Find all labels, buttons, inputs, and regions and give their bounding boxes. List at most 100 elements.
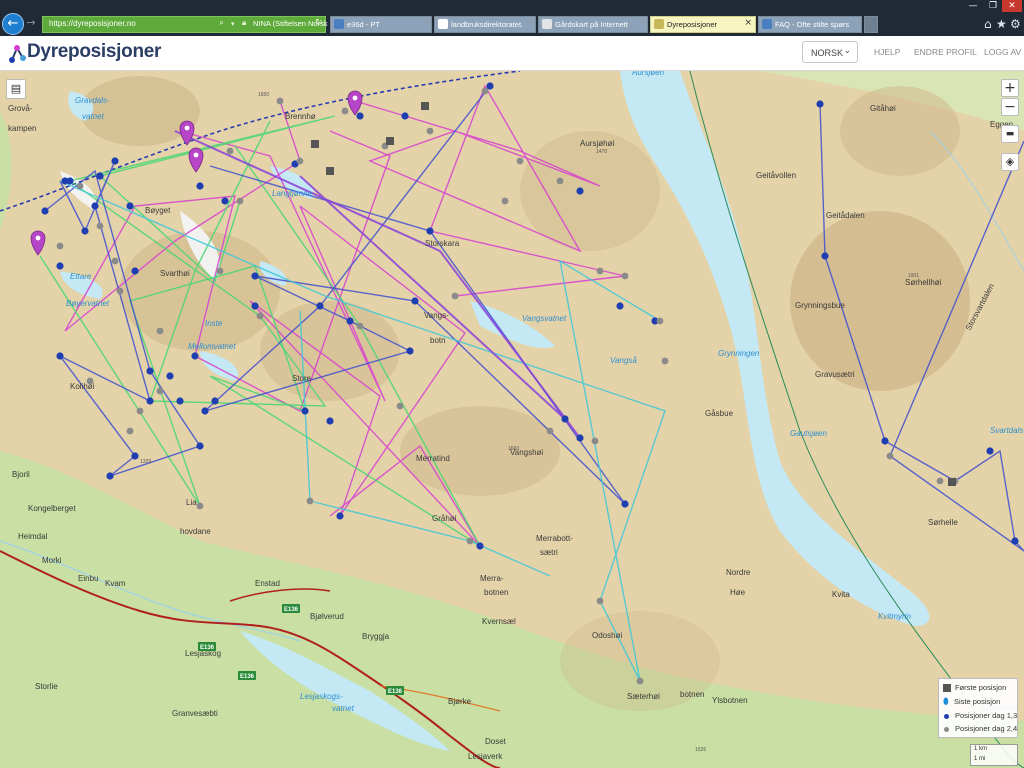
place-label: Lesjaskogs- [300, 692, 343, 701]
page-header: Dyreposisjoner NORSK ⌄ HJELP ENDRE PROFI… [0, 36, 1024, 71]
place-label: Granvesæbti [172, 709, 218, 718]
position-dot-day-1-3 [201, 407, 209, 415]
address-bar[interactable]: https://dyreposisjoner.no ⌕ ▾ 🔒︎ NINA (S… [42, 16, 338, 33]
address-url[interactable]: https://dyreposisjoner.no [49, 19, 136, 28]
close-window-button[interactable]: ✕ [1002, 0, 1022, 12]
tab-landbruksdirektoratet[interactable]: landbruksdirektoratet.no [434, 16, 536, 33]
close-tab-icon[interactable]: × [744, 18, 752, 28]
position-dot-day-2-4 [356, 322, 364, 330]
position-dot-day-1-3 [56, 262, 64, 270]
place-label: Vangså [610, 356, 637, 365]
position-dot-day-1-3 [476, 542, 484, 550]
mountain-shading [840, 86, 960, 176]
position-dot-day-2-4 [256, 312, 264, 320]
place-label: Kvam [105, 579, 126, 588]
place-label: Lesjaverk [468, 752, 503, 761]
position-dot-day-2-4 [661, 357, 669, 365]
lock-icon: 🔒︎ [242, 18, 247, 27]
forward-button[interactable]: → [24, 16, 38, 30]
position-dot-day-2-4 [591, 437, 599, 445]
place-label: Kvitmyrin [878, 612, 911, 621]
app-logo[interactable]: Dyreposisjoner [27, 41, 161, 63]
collapse-button[interactable]: ▬ [1001, 125, 1019, 143]
tab-favicon-icon [438, 19, 448, 29]
place-label: Kvernsæl [482, 617, 516, 626]
position-dot-day-1-3 [401, 112, 409, 120]
zoom-in-button[interactable]: + [1001, 79, 1019, 97]
place-label: botnen [484, 588, 508, 597]
legend-last-position: ⬮ Siste posisjon [943, 697, 1000, 707]
position-dot-day-1-3 [411, 297, 419, 305]
language-select[interactable]: NORSK ⌄ [802, 41, 858, 63]
position-dot-day-2-4 [156, 327, 164, 335]
browser-chrome: — ❐ ✕ ← → https://dyreposisjoner.no ⌕ ▾ … [0, 0, 1024, 36]
logout-link[interactable]: LOGG AV [984, 47, 1021, 57]
place-label: kampen [8, 124, 36, 133]
position-dot-day-1-3 [166, 372, 174, 380]
map-view[interactable]: Grovå-kampen Gravdals-vatnet Brennhø Langtj… [0, 71, 1024, 768]
position-dot-day-1-3 [326, 417, 334, 425]
help-link[interactable]: HJELP [874, 47, 900, 57]
position-dot-day-2-4 [196, 502, 204, 510]
position-dot-day-2-4 [501, 197, 509, 205]
place-label: 1470 [596, 149, 607, 155]
star-icon[interactable]: ★ [996, 17, 1007, 31]
place-label: vatnet [332, 704, 355, 713]
tab-e36d[interactable]: e36d - PT [330, 16, 432, 33]
place-label: 1901 [908, 273, 919, 279]
back-button[interactable]: ← [2, 13, 24, 35]
position-dot-day-1-3 [191, 352, 199, 360]
position-dot-day-2-4 [56, 242, 64, 250]
gear-icon[interactable]: ⚙ [1010, 17, 1021, 31]
position-dot-day-2-4 [296, 157, 304, 165]
position-dot-day-1-3 [56, 352, 64, 360]
position-dot-day-2-4 [936, 477, 944, 485]
place-label: Merrabott- [536, 534, 573, 543]
first-position-marker [326, 167, 334, 175]
square-icon [943, 684, 951, 693]
tab-faq[interactable]: FAQ - Ofte stilte spørsmål [758, 16, 862, 33]
tab-gardskart[interactable]: Gårdskart på Internett [538, 16, 648, 33]
position-dot-day-1-3 [131, 267, 139, 275]
position-dot-day-1-3 [821, 252, 829, 260]
position-dot-day-2-4 [481, 87, 489, 95]
place-label: Bryggja [362, 632, 390, 641]
layers-button[interactable]: ◈ [1001, 153, 1019, 171]
place-label: Morki [42, 556, 62, 565]
position-dot-day-2-4 [451, 292, 459, 300]
place-label: Grovå- [8, 104, 33, 113]
tab-favicon-icon [762, 19, 772, 29]
maximize-button[interactable]: ❐ [984, 0, 1002, 12]
minimize-button[interactable]: — [964, 0, 982, 12]
map-legend: Første posisjon ⬮ Siste posisjon Posisjon… [938, 678, 1018, 738]
place-label: Bøyervatnet [66, 299, 110, 308]
position-dot-day-1-3 [616, 302, 624, 310]
tab-dyreposisjoner[interactable]: Dyreposisjoner × [650, 16, 756, 33]
home-icon[interactable]: ⌂ [984, 17, 992, 31]
search-icon[interactable]: ⌕ [219, 18, 224, 28]
map-canvas[interactable]: Grovå-kampen Gravdals-vatnet Brennhø Langtj… [0, 71, 1024, 768]
position-dot-day-1-3 [146, 397, 154, 405]
first-position-marker [386, 137, 394, 145]
place-label: Bjorli [12, 470, 30, 479]
position-dot-day-1-3 [881, 437, 889, 445]
place-label: Mellomvatnet [188, 342, 236, 351]
layer-menu-button[interactable]: ▤ [6, 79, 26, 99]
refresh-icon[interactable]: ↻ [315, 18, 323, 28]
position-dot-day-2-4 [636, 677, 644, 685]
dropdown-icon[interactable]: ▾ [231, 20, 235, 28]
tab-label: landbruksdirektoratet.no [451, 20, 523, 29]
position-dot-day-2-4 [236, 197, 244, 205]
edit-profile-link[interactable]: ENDRE PROFIL [914, 47, 977, 57]
place-label: Storlie [35, 682, 58, 691]
new-tab-button[interactable] [864, 16, 878, 33]
place-label: Enstad [255, 579, 280, 588]
zoom-out-button[interactable]: − [1001, 98, 1019, 116]
place-label: Store [292, 374, 312, 383]
position-dot-day-2-4 [426, 127, 434, 135]
position-dot-day-2-4 [656, 317, 664, 325]
place-label: Bjørke [448, 697, 472, 706]
legend-label: Siste posisjon [954, 697, 1001, 706]
place-label: Merra- [480, 574, 504, 583]
position-dot-day-2-4 [276, 97, 284, 105]
